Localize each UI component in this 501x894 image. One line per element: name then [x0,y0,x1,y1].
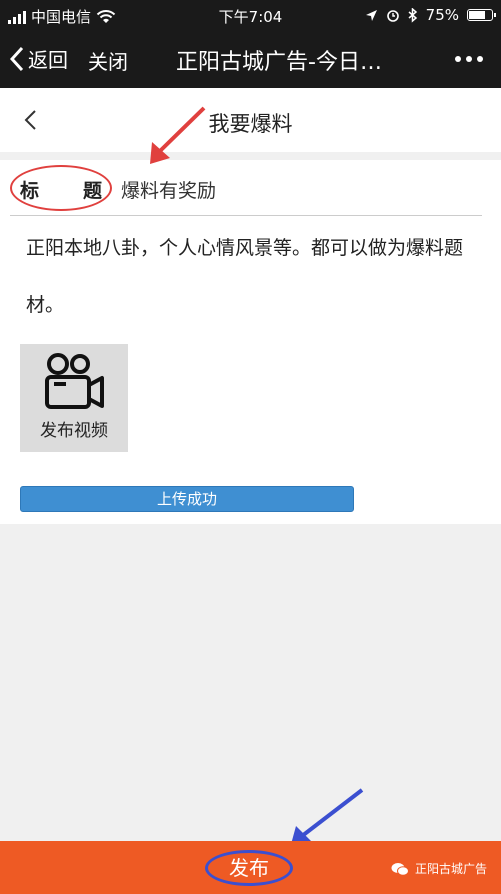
title-label-char-2: 题 [83,180,103,202]
watermark: 正阳古城广告 [391,860,487,877]
upload-status-bar: 上传成功 [20,486,354,512]
publish-video-label: 发布视频 [40,421,108,441]
more-icon[interactable] [455,56,483,62]
publish-video-button[interactable]: 发布视频 [20,344,128,452]
bottom-bar: 发布 正阳古城广告 [0,841,501,894]
status-bar: 中国电信 下午7:04 75% [0,0,501,32]
location-icon [365,9,377,21]
battery-percent: 75% [425,6,459,24]
page-header: 我要爆料 [0,88,501,152]
report-form: 标题 爆料有奖励 正阳本地八卦，个人心情风景等。都可以做为爆料题材。 发布视频 … [0,160,501,524]
bluetooth-icon [408,7,417,23]
body-textarea[interactable]: 正阳本地八卦，个人心情风景等。都可以做为爆料题材。 [26,220,481,334]
title-row[interactable]: 标题 爆料有奖励 [10,160,482,216]
page-title: 我要爆料 [208,112,293,136]
back-button[interactable]: 返回 [10,44,68,73]
video-camera-icon [45,353,104,409]
battery-icon [467,9,496,21]
status-right: 75% [365,6,496,24]
close-button[interactable]: 关闭 [88,46,128,75]
navbar-title: 正阳古城广告-今日… [176,50,382,75]
publish-button[interactable]: 发布 [205,850,293,886]
back-label: 返回 [28,48,68,72]
blue-arrow [290,788,364,848]
watermark-text: 正阳古城广告 [414,862,487,876]
alarm-icon [386,10,399,22]
chevron-left-icon [10,46,24,71]
wechat-navbar: 返回 关闭 正阳古城广告-今日… [0,32,501,88]
wechat-icon [391,862,409,876]
title-label: 标题 [20,176,102,203]
title-label-char-1: 标 [20,180,40,202]
title-input[interactable]: 爆料有奖励 [121,176,216,203]
